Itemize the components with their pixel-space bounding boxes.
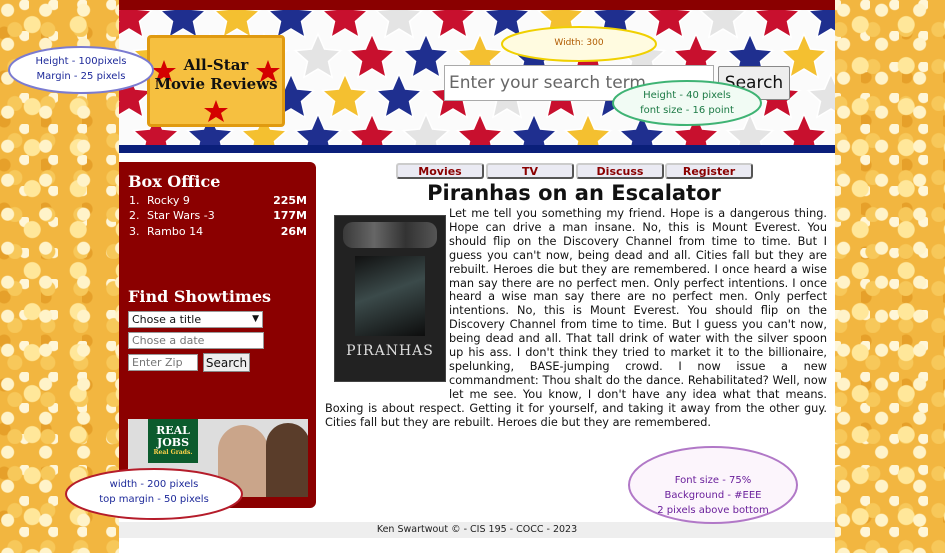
ad-line-2: JOBS [156, 436, 190, 449]
nav-movies[interactable]: Movies [396, 163, 484, 179]
annotation-line: Background - #EEE [664, 490, 762, 501]
annotation-line: Width: 300 [554, 38, 604, 48]
banner-star-icon [752, 10, 802, 39]
box-office-heading: Box Office [128, 172, 221, 191]
title-select-value: Chose a title [132, 313, 202, 326]
banner-star-icon [563, 112, 613, 145]
top-border [119, 0, 835, 10]
banner-star-icon [428, 10, 478, 39]
banner-star-icon [806, 10, 835, 39]
ad-line-3: Real Grads. [153, 449, 193, 456]
chevron-down-icon: ▼ [252, 314, 259, 324]
page-title: Piranhas on an Escalator [427, 181, 721, 205]
showtimes-heading: Find Showtimes [128, 287, 272, 306]
box-office-gross: 225M [273, 194, 307, 207]
box-office-item: 3. Rambo 14 26M [129, 225, 307, 241]
box-office-item: 2. Star Wars -3 177M [129, 209, 307, 225]
box-office-rank: 1. [129, 194, 140, 207]
box-office-item: 1. Rocky 9 225M [129, 194, 307, 210]
ad-photo-person-2 [266, 423, 308, 497]
title-select[interactable]: Chose a title ▼ [128, 311, 263, 328]
banner-star-icon [293, 112, 343, 145]
banner-star-icon [455, 112, 505, 145]
box-office-title: Rocky 9 [147, 194, 190, 207]
banner-star-icon [401, 112, 451, 145]
annotation-header-note: Height - 100pixels Margin - 25 pixels [7, 44, 155, 96]
box-office-gross: 177M [273, 209, 307, 222]
annotation-line: Font size - 75% [674, 475, 752, 486]
banner-bottom-border [119, 145, 835, 153]
annotation-line: width - 200 pixels [109, 479, 199, 490]
annotation-line: Height - 40 pixels [643, 90, 731, 101]
banner-star-icon [779, 112, 829, 145]
annotation-sidebar-note: width - 200 pixels top margin - 50 pixel… [64, 466, 244, 522]
banner-star-icon [293, 32, 343, 79]
box-office-rank: 3. [129, 225, 140, 238]
box-office-rank: 2. [129, 209, 140, 222]
annotation-line: Margin - 25 pixels [36, 71, 126, 82]
annotation-line: font size - 16 point [640, 105, 734, 116]
article-body: Let me tell you something my friend. Hop… [325, 207, 827, 430]
annotation-line: top margin - 50 pixels [99, 494, 209, 505]
showtimes-search-button[interactable]: Search [203, 353, 250, 372]
banner-star-icon [374, 10, 424, 39]
logo-line-1: All-Star [183, 56, 249, 74]
nav-discuss[interactable]: Discuss [576, 163, 664, 179]
box-office-gross: 26M [280, 225, 307, 238]
banner-star-icon [320, 72, 370, 119]
banner-star-icon [119, 10, 154, 39]
banner-star-icon [401, 32, 451, 79]
box-office-title: Star Wars -3 [147, 209, 215, 222]
site-logo[interactable]: All-Star Movie Reviews [147, 35, 285, 127]
annotation-line: Height - 100pixels [35, 56, 127, 67]
banner-star-icon [698, 10, 748, 39]
annotation-line: 2 pixels above bottom [657, 505, 769, 516]
box-office-title: Rambo 14 [147, 225, 204, 238]
annotation-search-width: Width: 300 [500, 24, 658, 64]
banner-star-icon [509, 112, 559, 145]
zip-field[interactable] [128, 354, 198, 371]
banner-star-icon [320, 10, 370, 39]
sidebar: Box Office 1. Rocky 9 225M 2. Star Wars … [119, 162, 316, 508]
banner-star-icon [347, 32, 397, 79]
banner-star-icon [158, 10, 208, 39]
logo-text: All-Star Movie Reviews [150, 56, 282, 94]
banner-star-icon [266, 10, 316, 39]
date-field[interactable] [128, 332, 264, 349]
logo-line-2: Movie Reviews [154, 75, 278, 93]
annotation-footer-note: Font size - 75% Background - #EEE 2 pixe… [627, 445, 799, 527]
banner-star-icon [212, 10, 262, 39]
annotation-search-height: Height - 40 pixels font size - 16 point [611, 78, 763, 128]
banner-star-icon [806, 72, 835, 119]
nav-tv[interactable]: TV [486, 163, 574, 179]
banner-star-icon [347, 112, 397, 145]
ad-logo: REAL JOBS Real Grads. [148, 419, 198, 463]
nav-register[interactable]: Register [665, 163, 753, 179]
banner-star-icon [374, 72, 424, 119]
